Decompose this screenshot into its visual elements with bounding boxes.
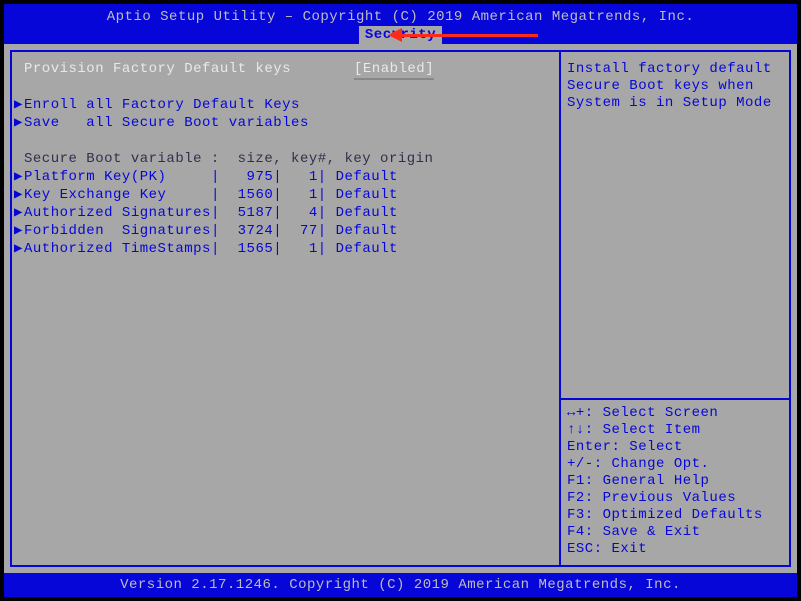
var-origin: Default bbox=[336, 168, 398, 186]
key-hint: ESC: Exit bbox=[567, 540, 783, 557]
key-hint: F1: General Help bbox=[567, 472, 783, 489]
var-keys: 4 bbox=[291, 204, 318, 222]
table-row[interactable]: ▶ Platform Key(PK) | 975| 1| Default bbox=[14, 168, 555, 186]
key-hint: F3: Optimized Defaults bbox=[567, 506, 783, 523]
submenu-icon: ▶ bbox=[14, 204, 24, 222]
table-row[interactable]: ▶ Authorized TimeStamps| 1565| 1| Defaul… bbox=[14, 240, 555, 258]
var-name: Authorized Signatures bbox=[24, 204, 211, 222]
submenu-icon: ▶ bbox=[14, 114, 24, 132]
app-title: Aptio Setup Utility – Copyright (C) 2019… bbox=[4, 4, 797, 26]
submenu-icon: ▶ bbox=[14, 240, 24, 258]
key-hint: ↑↓: Select Item bbox=[567, 421, 783, 438]
menu-label: Save all Secure Boot variables bbox=[24, 114, 309, 132]
divider bbox=[561, 398, 789, 400]
var-origin: Default bbox=[336, 222, 398, 240]
submenu-icon: ▶ bbox=[14, 168, 24, 186]
key-hint: ↔+: Select Screen bbox=[567, 404, 783, 421]
table-row[interactable]: ▶ Key Exchange Key | 1560| 1| Default bbox=[14, 186, 555, 204]
submenu-icon: ▶ bbox=[14, 186, 24, 204]
submenu-icon: ▶ bbox=[14, 222, 24, 240]
var-keys: 1 bbox=[291, 186, 318, 204]
var-keys: 1 bbox=[291, 240, 318, 258]
var-size: 1560 bbox=[229, 186, 274, 204]
menu-enroll-keys[interactable]: ▶ Enroll all Factory Default Keys bbox=[14, 96, 555, 114]
help-text: Secure Boot keys when bbox=[567, 77, 783, 94]
var-size: 1565 bbox=[229, 240, 274, 258]
var-origin: Default bbox=[336, 204, 398, 222]
var-keys: 1 bbox=[291, 168, 318, 186]
side-panel: Install factory default Secure Boot keys… bbox=[561, 52, 789, 565]
table-row[interactable]: ▶ Forbidden Signatures| 3724| 77| Defaul… bbox=[14, 222, 555, 240]
var-size: 3724 bbox=[229, 222, 274, 240]
var-name: Platform Key(PK) bbox=[24, 168, 211, 186]
table-row[interactable]: ▶ Authorized Signatures| 5187| 4| Defaul… bbox=[14, 204, 555, 222]
var-origin: Default bbox=[336, 240, 398, 258]
var-size: 975 bbox=[229, 168, 274, 186]
option-value: [Enabled] bbox=[354, 60, 434, 78]
key-hint: Enter: Select bbox=[567, 438, 783, 455]
blank-icon bbox=[14, 150, 24, 168]
key-hint: +/-: Change Opt. bbox=[567, 455, 783, 472]
header-bar: Aptio Setup Utility – Copyright (C) 2019… bbox=[4, 4, 797, 44]
main-panel: Provision Factory Default keys [Enabled]… bbox=[12, 52, 561, 565]
var-name: Authorized TimeStamps bbox=[24, 240, 211, 258]
help-text: System is in Setup Mode bbox=[567, 94, 783, 111]
menu-label: Enroll all Factory Default Keys bbox=[24, 96, 300, 114]
footer-text: Version 2.17.1246. Copyright (C) 2019 Am… bbox=[120, 577, 681, 593]
help-text: Install factory default bbox=[567, 60, 783, 77]
key-hint: F4: Save & Exit bbox=[567, 523, 783, 540]
option-provision-keys[interactable]: Provision Factory Default keys [Enabled] bbox=[14, 60, 555, 78]
var-origin: Default bbox=[336, 186, 398, 204]
var-keys: 77 bbox=[291, 222, 318, 240]
footer-bar: Version 2.17.1246. Copyright (C) 2019 Am… bbox=[4, 573, 797, 597]
table-header: Secure Boot variable : size, key#, key o… bbox=[14, 150, 555, 168]
var-name: Forbidden Signatures bbox=[24, 222, 211, 240]
spacer bbox=[14, 132, 555, 150]
blank-icon bbox=[14, 60, 24, 78]
var-name: Key Exchange Key bbox=[24, 186, 211, 204]
menu-save-variables[interactable]: ▶ Save all Secure Boot variables bbox=[14, 114, 555, 132]
key-hint: F2: Previous Values bbox=[567, 489, 783, 506]
submenu-icon: ▶ bbox=[14, 96, 24, 114]
tab-security[interactable]: Security bbox=[359, 26, 442, 44]
option-label: Provision Factory Default keys bbox=[24, 60, 354, 78]
spacer bbox=[14, 78, 555, 96]
var-size: 5187 bbox=[229, 204, 274, 222]
